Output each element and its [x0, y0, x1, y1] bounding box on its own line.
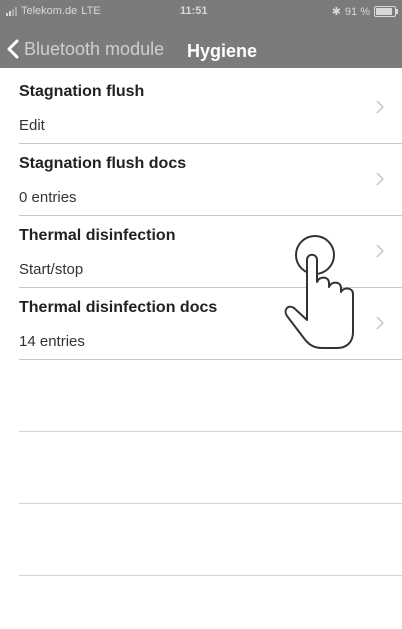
network-label: LTE [81, 5, 101, 17]
signal-icon [6, 6, 17, 16]
list-item-subtitle: 0 entries [19, 189, 77, 206]
battery-icon [374, 6, 398, 17]
list-item-stagnation-flush-docs[interactable]: Stagnation flush docs 0 entries [19, 144, 402, 216]
empty-list-row [19, 432, 402, 504]
list-item-title: Thermal disinfection docs [19, 299, 218, 316]
chevron-right-icon [376, 172, 384, 186]
page-title: Hygiene [187, 41, 258, 61]
back-label: Bluetooth module [24, 38, 165, 59]
list-item-title: Stagnation flush [19, 83, 145, 100]
status-bar: Telekom.de LTE 11:51 ✱ 91 % [0, 0, 402, 24]
app-header: Telekom.de LTE 11:51 ✱ 91 % Bluetooth mo… [0, 0, 402, 68]
hand-pointer-icon [284, 235, 354, 349]
list-item-subtitle: Start/stop [19, 261, 84, 278]
carrier-label: Telekom.de [21, 5, 78, 17]
back-button[interactable]: Bluetooth module [4, 38, 164, 60]
chevron-right-icon [376, 316, 384, 330]
bluetooth-icon: ✱ [331, 6, 341, 18]
chevron-right-icon [376, 244, 384, 258]
battery-percent: 91 % [344, 5, 370, 18]
nav-bar: Bluetooth module Hygiene [0, 32, 402, 66]
empty-list-row [19, 360, 402, 432]
list-item-subtitle: Edit [19, 117, 45, 134]
chevron-left-icon [7, 39, 19, 59]
chevron-right-icon [376, 100, 384, 114]
empty-list-row [19, 504, 402, 576]
list-item-subtitle: 14 entries [19, 333, 85, 350]
list-item-stagnation-flush[interactable]: Stagnation flush Edit [19, 72, 402, 144]
list-item-title: Stagnation flush docs [19, 155, 187, 172]
clock: 11:51 [180, 5, 208, 17]
list-item-title: Thermal disinfection [19, 227, 176, 244]
